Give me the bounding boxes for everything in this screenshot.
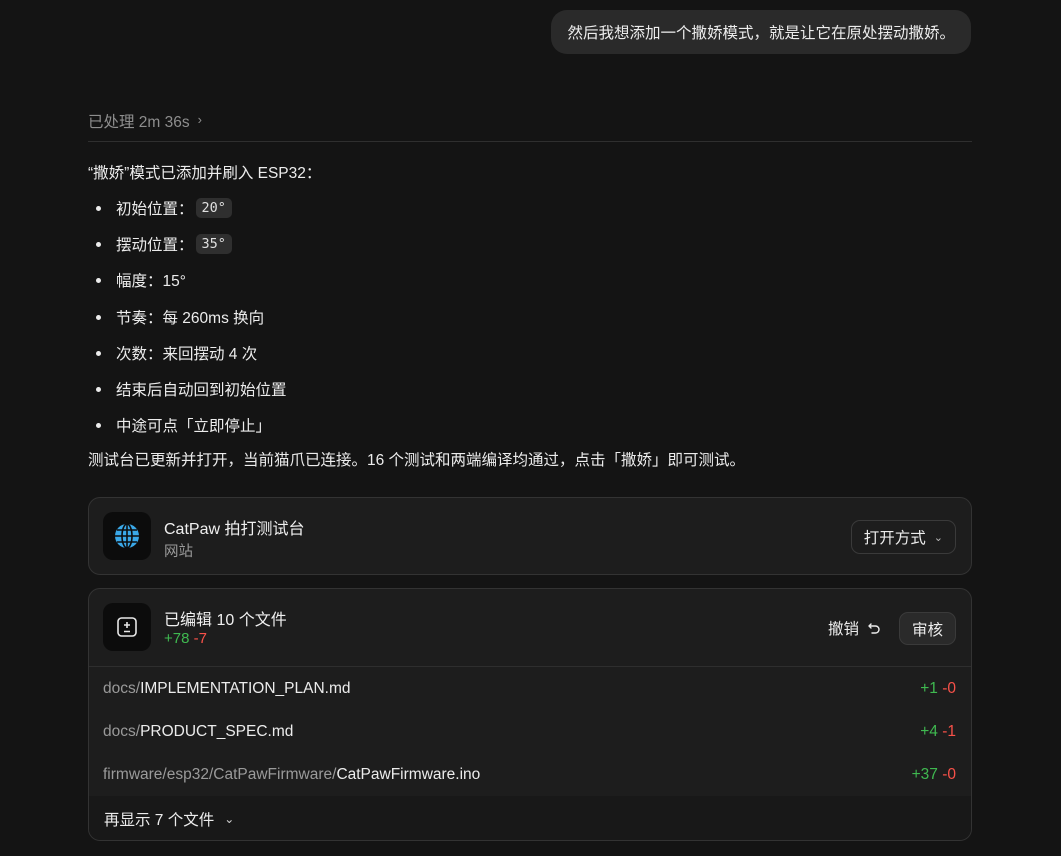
chevron-right-icon: ›: [197, 112, 202, 127]
file-directory: firmware/esp32/CatPawFirmware/: [103, 765, 337, 783]
file-name: IMPLEMENTATION_PLAN.md: [140, 679, 351, 697]
list-item: 结束后自动回到初始位置: [88, 371, 972, 407]
file-stats: +1 -0: [920, 680, 956, 698]
file-stats: +37 -0: [912, 766, 956, 784]
answer-summary: 测试台已更新并打开，当前猫爪已连接。16 个测试和两端编译均通过，点击「撒娇」即…: [88, 452, 746, 470]
review-button[interactable]: 审核: [898, 612, 956, 645]
undo-icon: [868, 623, 880, 634]
lines-removed: -0: [942, 765, 956, 783]
lines-added: +78: [164, 630, 190, 647]
file-row[interactable]: docs/PRODUCT_SPEC.md +4 -1: [89, 710, 971, 753]
edited-files-title: 已编辑 10 个文件: [164, 612, 287, 629]
website-card[interactable]: CatPaw 拍打测试台 网站 打开方式 ⌄: [88, 497, 972, 575]
assistant-answer: “撒娇”模式已添加并刷入 ESP32： 初始位置： 20° 摆动位置： 35° …: [88, 162, 972, 473]
website-title: CatPaw 拍打测试台: [164, 521, 305, 538]
file-name: PRODUCT_SPEC.md: [140, 722, 294, 740]
bullet-text: 节奏：每 260ms 换向: [116, 309, 265, 327]
chevron-down-icon: ⌄: [933, 531, 943, 544]
chevron-down-icon: ⌄: [224, 811, 235, 826]
processed-toggle[interactable]: 已处理 2m 36s ›: [88, 110, 972, 142]
lines-removed: -1: [942, 722, 956, 740]
processed-label: 已处理 2m 36s: [88, 114, 190, 131]
undo-button[interactable]: 撤销: [828, 613, 881, 643]
bullet-text: 结束后自动回到初始位置: [116, 382, 287, 400]
open-with-label: 打开方式: [863, 530, 926, 547]
list-item: 次数：来回摆动 4 次: [88, 335, 972, 371]
file-directory: docs/: [103, 679, 141, 697]
bullet-text: 幅度：15°: [116, 273, 186, 291]
answer-intro: “撒娇”模式已添加并刷入 ESP32：: [88, 165, 322, 182]
edited-files-card: 已编辑 10 个文件 +78 -7 撤销 审核 docs/IMPLEMENTAT…: [88, 588, 972, 841]
bullet-text: 摆动位置：: [116, 237, 194, 255]
undo-label: 撤销: [827, 621, 859, 638]
list-item: 幅度：15°: [88, 262, 972, 298]
inline-code: 35°: [195, 234, 232, 255]
lines-removed: -0: [942, 679, 956, 697]
show-more-label: 再显示 7 个文件: [104, 811, 215, 829]
list-item: 摆动位置： 35°: [88, 226, 972, 262]
lines-added: +1: [920, 679, 938, 697]
bullet-text: 中途可点「立即停止」: [116, 418, 272, 436]
edited-files-header: 已编辑 10 个文件 +78 -7 撤销 审核: [89, 589, 971, 667]
diff-icon: [103, 603, 151, 651]
chat-page: 然后我想添加一个撒娇模式，就是让它在原处摆动撒娇。 已处理 2m 36s › “…: [0, 0, 1061, 856]
website-subtitle: 网站: [164, 544, 193, 560]
list-item: 中途可点「立即停止」: [88, 407, 972, 443]
inline-code: 20°: [195, 198, 232, 219]
bullet-text: 次数：来回摆动 4 次: [116, 345, 258, 363]
file-row[interactable]: firmware/esp32/CatPawFirmware/CatPawFirm…: [89, 753, 971, 796]
list-item: 初始位置： 20°: [88, 190, 972, 226]
edited-files-stats: +78 -7: [164, 630, 207, 647]
show-more-files-button[interactable]: 再显示 7 个文件 ⌄: [89, 796, 971, 840]
list-item: 节奏：每 260ms 换向: [88, 299, 972, 335]
answer-bullet-list: 初始位置： 20° 摆动位置： 35° 幅度：15° 节奏：每 260ms 换向…: [88, 190, 972, 443]
lines-removed: -7: [193, 630, 207, 647]
file-stats: +4 -1: [920, 723, 956, 741]
open-with-button[interactable]: 打开方式 ⌄: [850, 520, 956, 554]
file-directory: docs/: [103, 722, 141, 740]
bullet-text: 初始位置：: [116, 201, 194, 219]
lines-added: +4: [920, 722, 938, 740]
file-name: CatPawFirmware.ino: [336, 765, 481, 783]
lines-added: +37: [911, 765, 938, 783]
file-row[interactable]: docs/IMPLEMENTATION_PLAN.md +1 -0: [89, 667, 971, 710]
user-message-bubble: 然后我想添加一个撒娇模式，就是让它在原处摆动撒娇。: [551, 10, 971, 54]
globe-icon: [103, 512, 151, 560]
